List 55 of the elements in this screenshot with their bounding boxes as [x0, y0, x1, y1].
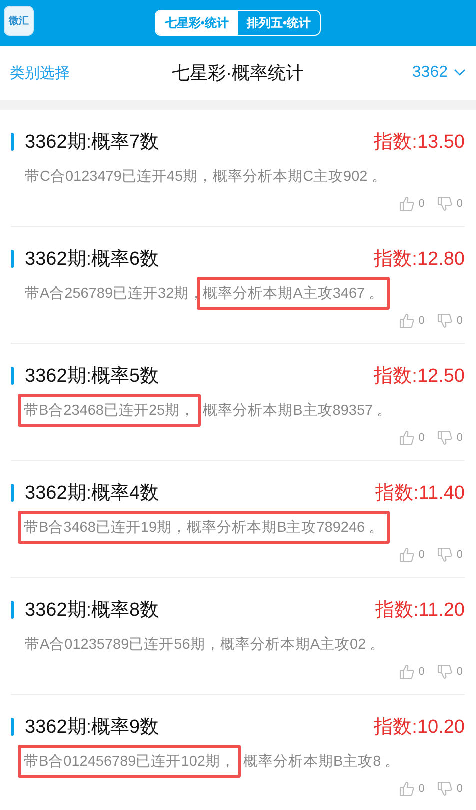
forecast-text: 概率分析本期A主攻02 。 — [220, 636, 386, 654]
streak-text: 带B合23468已连开25期， — [24, 402, 196, 418]
thumbs-up-icon[interactable] — [398, 313, 415, 329]
dislike-count: 0 — [456, 666, 463, 678]
category-tab[interactable]: 排列五•统计 — [238, 11, 320, 35]
category-tab[interactable]: 七星彩•统计 — [156, 11, 238, 35]
item-title: 3362期:概率9数 — [25, 716, 160, 740]
like-count: 0 — [418, 783, 425, 795]
streak-text: 带B合3468已连开19期， — [24, 520, 188, 536]
like-count: 0 — [418, 666, 425, 678]
thumbs-down-icon[interactable] — [436, 196, 453, 212]
streak-text: 带A合256789已连开32期， — [25, 284, 204, 302]
category-select-link[interactable]: 类别选择 — [10, 64, 172, 82]
index-value: 指数:12.50 — [374, 365, 465, 389]
dislike-count: 0 — [456, 315, 463, 327]
thumbs-up-icon[interactable] — [398, 196, 415, 212]
index-value: 指数:11.20 — [376, 599, 465, 623]
thumbs-down-icon[interactable] — [436, 313, 453, 329]
index-value: 指数:10.20 — [374, 716, 465, 740]
item-title: 3362期:概率8数 — [25, 599, 160, 623]
forecast-text: 概率分析本期A主攻3467 。 — [203, 286, 384, 302]
forecast-text: 概率分析本期C主攻902 。 — [213, 168, 387, 186]
index-value: 指数:11.40 — [376, 482, 465, 506]
period-dropdown[interactable]: 3362 — [412, 64, 448, 82]
thumbs-up-icon[interactable] — [398, 781, 415, 797]
forecast-text: 概率分析本期B主攻8 。 — [243, 754, 400, 770]
forecast-text: 概率分析本期B主攻89357 。 — [203, 402, 392, 418]
dislike-count: 0 — [456, 198, 463, 210]
forecast-text: 概率分析本期B主攻789246 。 — [187, 520, 384, 536]
thumbs-up-icon[interactable] — [398, 547, 415, 563]
dislike-count: 0 — [456, 783, 463, 795]
item-title: 3362期:概率6数 — [25, 248, 160, 272]
like-count: 0 — [418, 315, 425, 327]
thumbs-up-icon[interactable] — [398, 430, 415, 446]
item-title: 3362期:概率7数 — [25, 131, 160, 155]
thumbs-down-icon[interactable] — [436, 430, 453, 446]
index-value: 指数:12.80 — [374, 248, 465, 272]
thumbs-down-icon[interactable] — [436, 781, 453, 797]
like-count: 0 — [418, 549, 425, 561]
streak-text: 带A合01235789已连开56期， — [25, 636, 220, 654]
index-value: 指数:13.50 — [374, 131, 465, 155]
like-count: 0 — [418, 432, 425, 444]
streak-text: 带B合012456789已连开102期， — [24, 754, 236, 770]
streak-text: 带C合0123479已连开45期， — [25, 168, 214, 186]
item-title: 3362期:概率5数 — [25, 365, 160, 389]
dislike-count: 0 — [456, 432, 463, 444]
dislike-count: 0 — [456, 549, 463, 561]
like-count: 0 — [418, 198, 425, 210]
thumbs-down-icon[interactable] — [436, 547, 453, 563]
chevron-down-icon[interactable] — [454, 69, 466, 77]
item-title: 3362期:概率4数 — [25, 482, 160, 506]
app-logo: 微汇 — [4, 6, 34, 36]
page-title: 七星彩·概率统计 — [172, 62, 304, 85]
thumbs-up-icon[interactable] — [398, 664, 415, 680]
thumbs-down-icon[interactable] — [436, 664, 453, 680]
